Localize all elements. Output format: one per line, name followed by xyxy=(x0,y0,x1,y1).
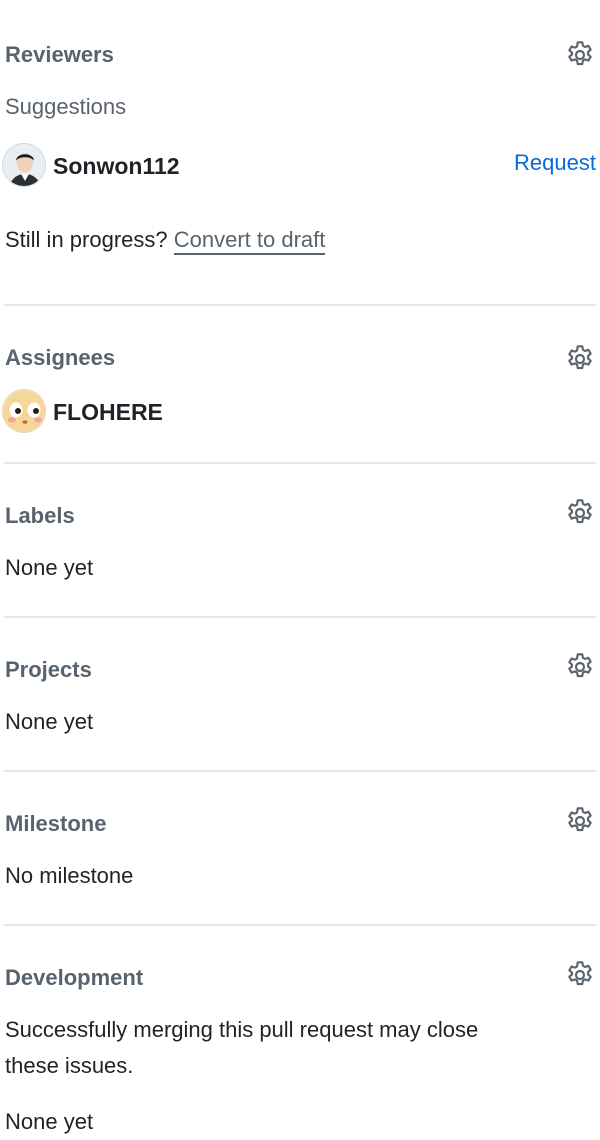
labels-gear-icon[interactable] xyxy=(562,495,598,531)
development-value: None yet xyxy=(5,1109,94,1134)
flohere-avatar[interactable] xyxy=(2,389,46,433)
projects-value: None yet xyxy=(5,709,94,734)
sonwon112-avatar[interactable] xyxy=(2,143,46,187)
development-description-line1: Successfully merging this pull request m… xyxy=(5,1017,479,1042)
draft-prompt-text: Still in progress? xyxy=(5,227,168,252)
development-gear-icon[interactable] xyxy=(562,957,598,993)
section-divider xyxy=(4,770,596,772)
section-divider xyxy=(4,462,596,464)
request-review-button[interactable]: Request xyxy=(514,149,596,177)
assignees-gear-icon[interactable] xyxy=(562,341,598,377)
milestone-value: No milestone xyxy=(5,863,134,888)
labels-value: None yet xyxy=(5,555,94,580)
section-divider xyxy=(4,924,596,926)
development-heading[interactable]: Development xyxy=(5,964,143,992)
milestone-heading[interactable]: Milestone xyxy=(5,810,106,838)
reviewers-gear-icon[interactable] xyxy=(562,37,598,73)
suggestions-label: Suggestions xyxy=(5,94,127,119)
section-divider xyxy=(4,616,596,618)
development-description-line2: these issues. xyxy=(5,1053,134,1078)
suggested-reviewer-name[interactable]: Sonwon112 xyxy=(53,152,180,180)
assignee-name[interactable]: FLOHERE xyxy=(53,398,163,426)
milestone-gear-icon[interactable] xyxy=(562,803,598,839)
section-divider xyxy=(4,304,596,306)
convert-to-draft-link[interactable]: Convert to draft xyxy=(173,227,326,255)
projects-gear-icon[interactable] xyxy=(562,649,598,685)
draft-prompt-row: Still in progress? Convert to draft xyxy=(5,226,326,255)
projects-heading[interactable]: Projects xyxy=(5,656,92,684)
assignees-heading[interactable]: Assignees xyxy=(5,344,115,372)
labels-heading[interactable]: Labels xyxy=(5,502,75,530)
reviewers-heading[interactable]: Reviewers xyxy=(5,41,114,69)
